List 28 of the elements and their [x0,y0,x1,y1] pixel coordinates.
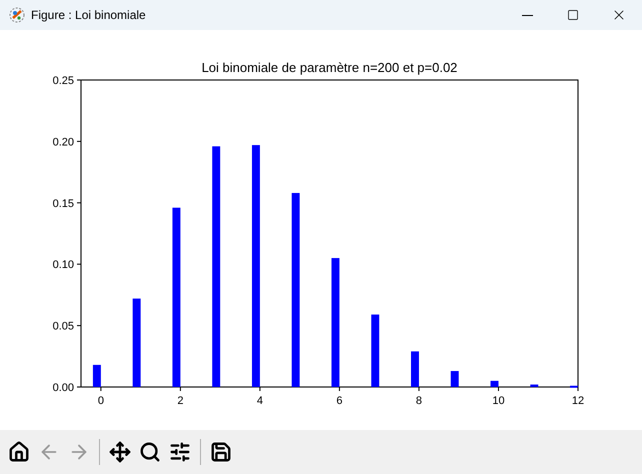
x-tick-label: 6 [336,395,343,407]
x-tick: 8 [416,386,422,407]
y-tick-label: 0.25 [52,75,74,87]
x-tick-label: 2 [177,395,184,407]
y-tick: 0.10 [52,259,82,272]
y-tick-label: 0.20 [52,136,74,148]
y-tick-label: 0.05 [52,320,74,333]
y-tick-label: 0.10 [52,259,74,272]
x-tick: 2 [177,386,184,407]
window-title: Figure : Loi binomiale [31,7,146,24]
x-tick-label: 10 [492,395,505,407]
y-tick-label: 0.00 [52,382,74,394]
y-tick: 0.00 [52,382,82,394]
x-tick: 0 [98,386,104,407]
x-tick-label: 4 [256,395,263,407]
chart-title: Loi binomiale de paramètre n=200 et p=0.02 [202,60,458,75]
x-tick-label: 8 [416,395,422,407]
x-tick-label: 12 [572,395,584,407]
y-tick: 0.25 [52,75,82,87]
x-tick: 10 [492,386,505,407]
y-tick: 0.15 [52,198,82,210]
x-tick: 12 [572,386,584,407]
x-tick-label: 0 [98,395,104,407]
y-tick-label: 0.15 [52,198,74,210]
y-tick: 0.20 [52,136,82,148]
x-tick: 6 [336,386,342,407]
y-tick: 0.05 [52,320,82,333]
x-tick: 4 [256,386,263,407]
